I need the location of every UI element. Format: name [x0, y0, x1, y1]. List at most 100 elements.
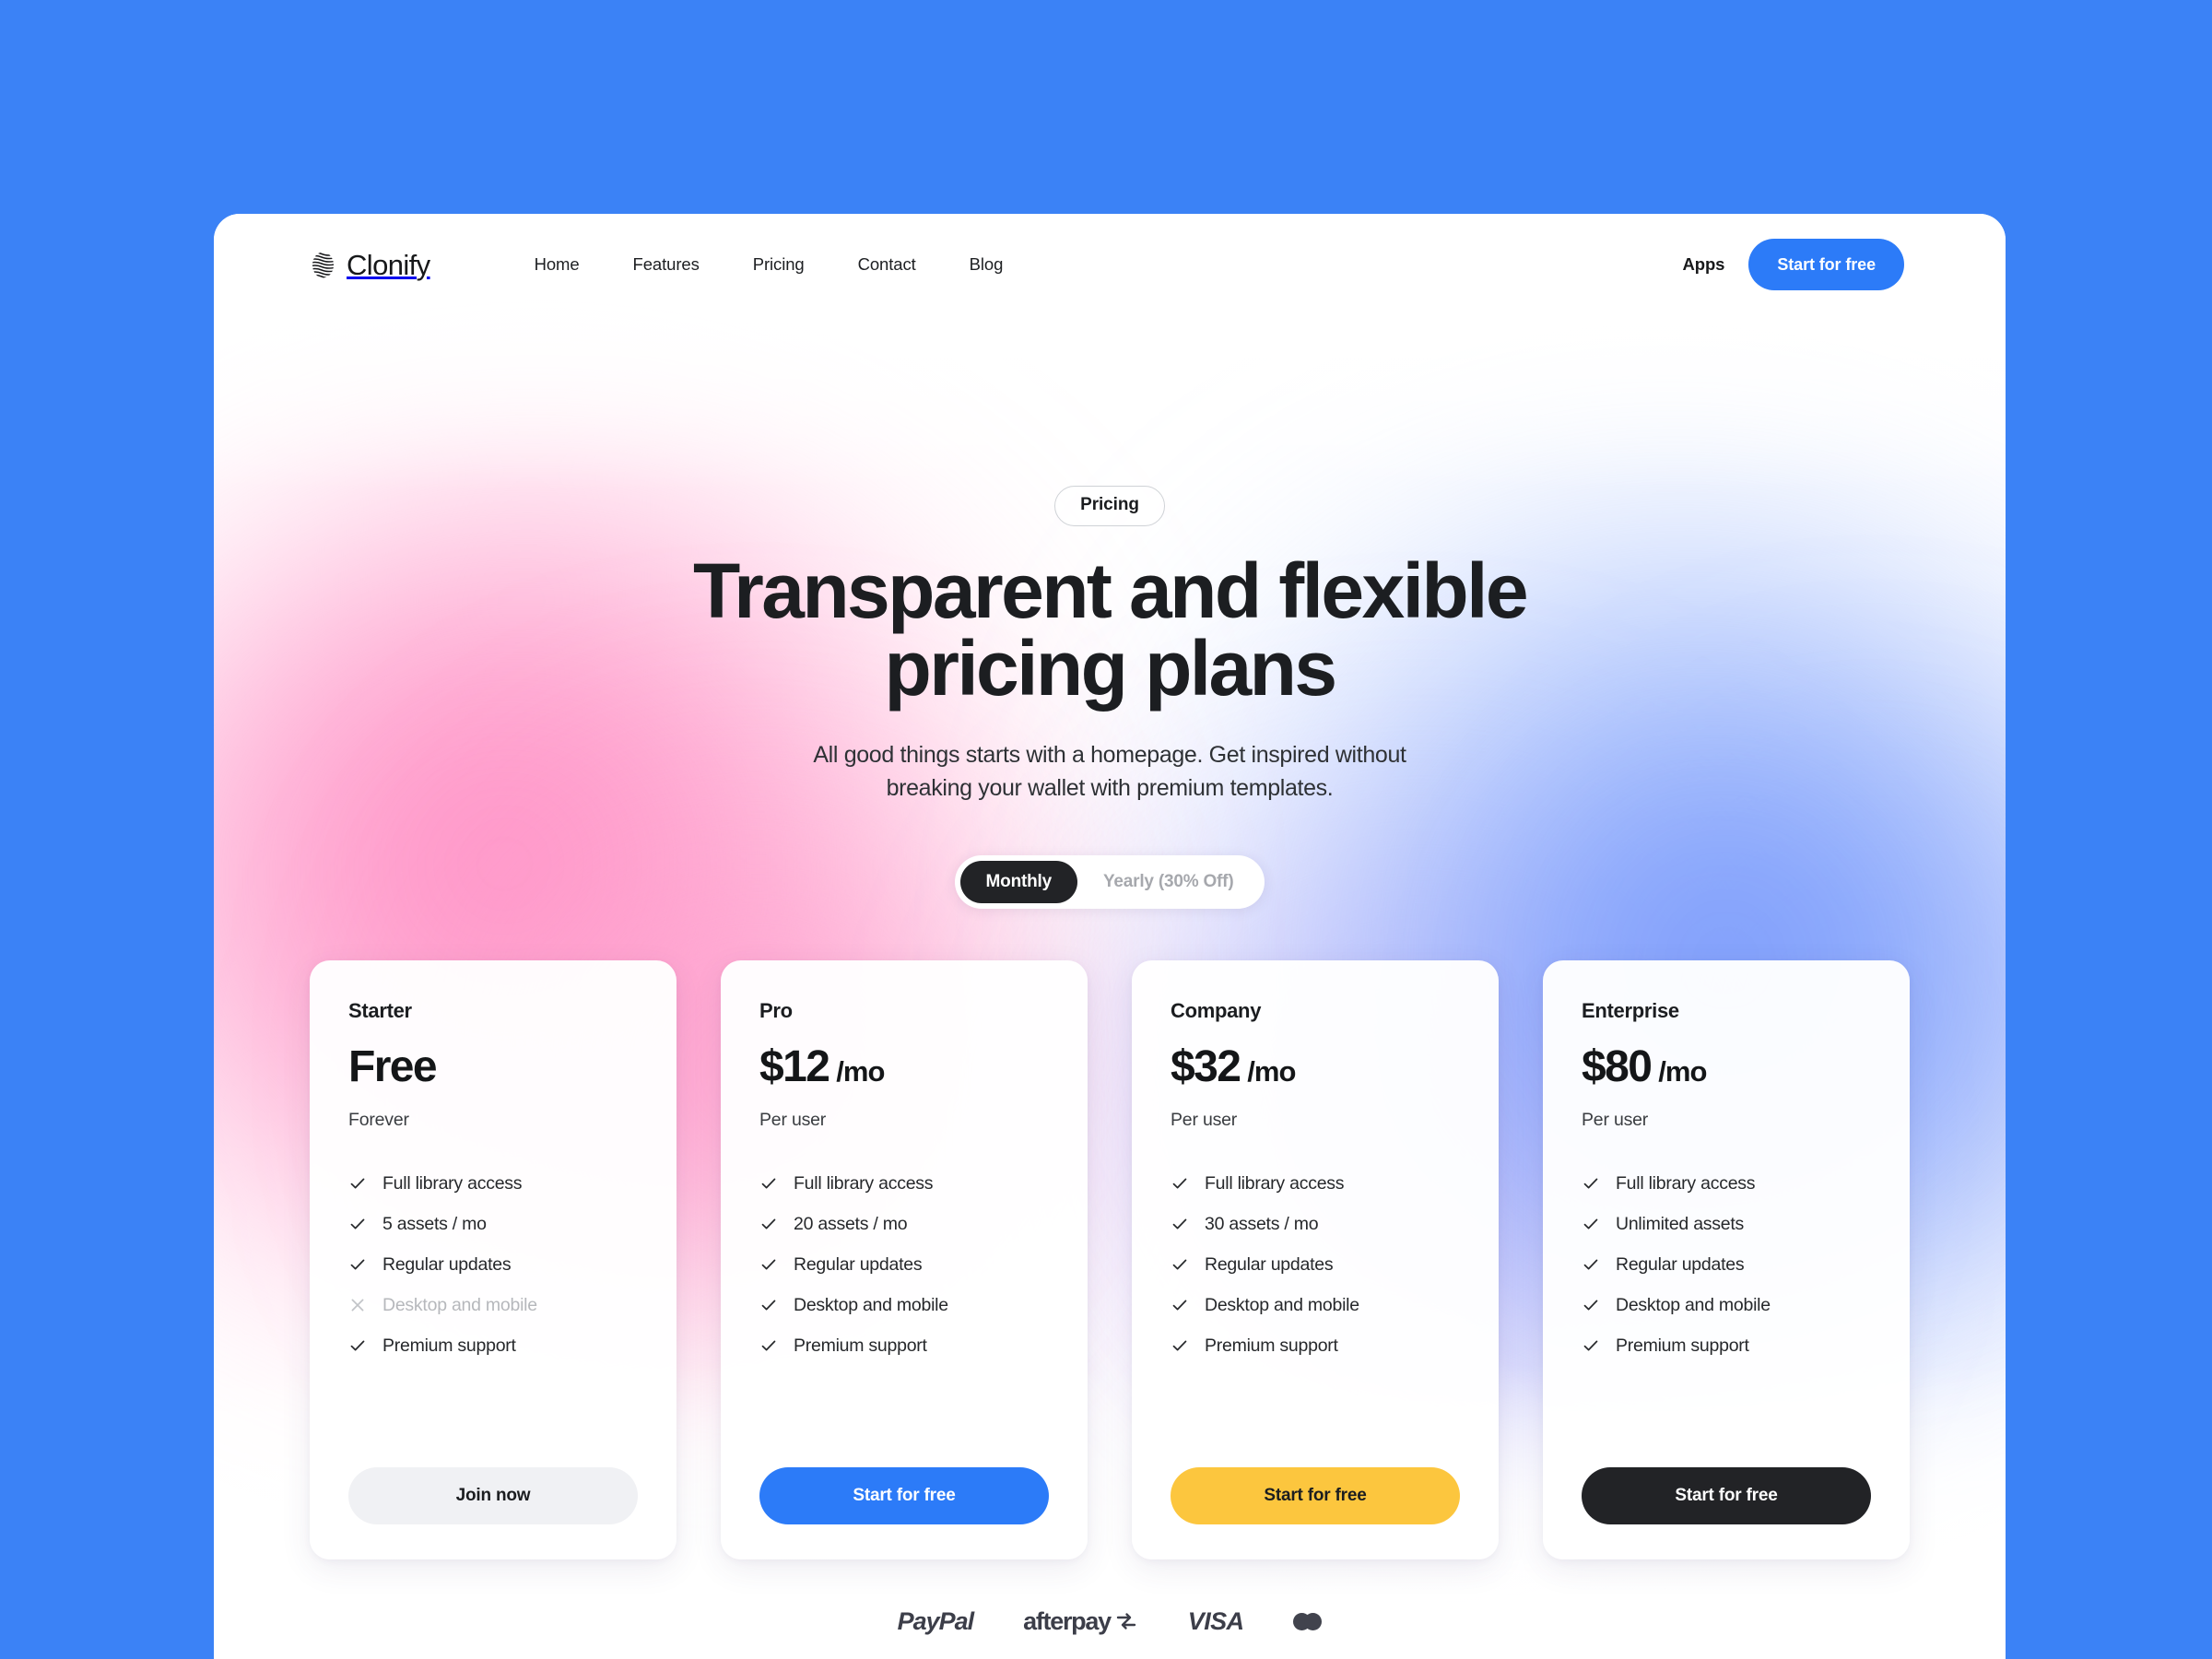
plan-price-unit: /mo [836, 1054, 885, 1088]
plan-feature-list: Full library access 20 assets / mo Regular… [759, 1173, 1049, 1357]
plan-feature-label: Desktop and mobile [1205, 1294, 1359, 1315]
plan-feature-label: Full library access [1616, 1172, 1756, 1194]
toggle-option-yearly[interactable]: Yearly (30% Off) [1077, 861, 1259, 903]
clonify-sphere-icon [312, 252, 334, 277]
plan-price: $32/mo [1171, 1044, 1460, 1089]
plan-price-unit: /mo [1247, 1054, 1296, 1088]
afterpay-logo-text: afterpay [1023, 1606, 1112, 1635]
plan-feature: Premium support [348, 1335, 638, 1357]
check-icon [350, 1259, 365, 1270]
mastercard-logo [1293, 1612, 1323, 1630]
plan-feature: Desktop and mobile [1171, 1295, 1460, 1316]
plan-price: $80/mo [1582, 1044, 1871, 1089]
plan-feature: Full library access [348, 1173, 638, 1194]
plan-feature: Full library access [1171, 1173, 1460, 1194]
hero-subtitle-line-1: All good things starts with a homepage. … [813, 742, 1406, 768]
brand-logo[interactable]: Clonify [310, 251, 430, 279]
plan-cta-button[interactable]: Start for free [1582, 1466, 1871, 1524]
plan-feature: Full library access [1582, 1173, 1871, 1194]
check-icon [761, 1340, 776, 1351]
check-icon [761, 1259, 776, 1270]
mastercard-circle-right [1304, 1612, 1323, 1630]
pricing-card: Starter Free Forever Full library access 5 a… [310, 959, 677, 1559]
page-title: Transparent and flexible pricing plans [214, 552, 2006, 707]
visa-logo: VISA [1187, 1606, 1244, 1635]
hero-section: Pricing Transparent and flexible pricing… [214, 214, 2006, 909]
nav-item-home[interactable]: Home [508, 254, 606, 275]
plan-price: Free [348, 1041, 638, 1091]
check-icon [761, 1218, 776, 1230]
check-icon [1172, 1340, 1187, 1351]
nav-item-features[interactable]: Features [606, 254, 726, 275]
plan-note: Forever [348, 1109, 409, 1130]
plan-feature-list: Full library access 5 assets / mo Regular … [348, 1173, 638, 1357]
header-start-for-free-button[interactable]: Start for free [1748, 239, 1904, 290]
billing-period-toggle[interactable]: Monthly Yearly (30% Off) [954, 854, 1265, 909]
plan-feature: Premium support [759, 1335, 1049, 1357]
hero-subtitle-line-2: breaking your wallet with premium templa… [886, 775, 1334, 802]
check-icon [1172, 1300, 1187, 1311]
plan-price: $12/mo [759, 1041, 1049, 1091]
check-icon [1172, 1178, 1187, 1189]
plan-feature-label: Desktop and mobile [794, 1294, 948, 1315]
site-header: Clonify Home Features Pricing Contact Bl… [214, 214, 2006, 315]
pricing-card: Company $32/mo Per user Full library access… [1132, 959, 1499, 1559]
plan-feature: Desktop and mobile [348, 1295, 638, 1316]
plan-feature: Regular updates [348, 1254, 638, 1276]
plan-feature-label: Regular updates [794, 1253, 923, 1275]
plan-feature-list: Full library access 30 assets / mo Regular… [1171, 1173, 1460, 1357]
brand-name: Clonify [347, 248, 430, 281]
plan-feature-label: 30 assets / mo [1205, 1213, 1319, 1234]
check-icon [1583, 1300, 1598, 1311]
check-icon [1583, 1218, 1598, 1230]
plan-feature-label: Premium support [382, 1335, 516, 1356]
plan-feature-list: Full library access Unlimited assets Regul… [1582, 1173, 1871, 1357]
apps-link[interactable]: Apps [1683, 254, 1725, 275]
check-icon [1583, 1340, 1598, 1351]
plan-feature-label: Premium support [1205, 1335, 1338, 1356]
check-icon [1583, 1178, 1598, 1189]
pricing-cards-grid: Starter Free Forever Full library access 5 a… [214, 959, 2006, 1559]
nav-item-blog[interactable]: Blog [943, 254, 1030, 275]
nav-item-pricing[interactable]: Pricing [726, 254, 831, 275]
plan-feature-label: Full library access [794, 1172, 934, 1194]
plan-name: Pro [759, 998, 793, 1022]
nav-item-contact[interactable]: Contact [831, 254, 943, 275]
hero-subtitle: All good things starts with a homepage. … [214, 738, 2006, 806]
check-icon [1172, 1218, 1187, 1230]
check-icon [1172, 1259, 1187, 1270]
plan-feature: Desktop and mobile [759, 1295, 1049, 1316]
plan-feature-label: 20 assets / mo [794, 1213, 908, 1234]
check-icon [350, 1218, 365, 1230]
plan-feature: Premium support [1171, 1335, 1460, 1357]
afterpay-arrows-icon [1116, 1613, 1135, 1630]
plan-feature-label: Desktop and mobile [1616, 1294, 1771, 1315]
plan-feature: Full library access [759, 1173, 1049, 1194]
plan-cta-button[interactable]: Start for free [1171, 1466, 1460, 1524]
plan-feature-label: Premium support [1616, 1335, 1749, 1356]
hero-title-line-1: Transparent and flexible [693, 547, 1528, 634]
billing-toggle-wrapper: Monthly Yearly (30% Off) [214, 854, 2006, 909]
plan-feature-label: Regular updates [1616, 1253, 1745, 1275]
plan-price-amount: Free [348, 1041, 438, 1091]
check-icon [761, 1300, 776, 1311]
plan-name: Enterprise [1582, 998, 1679, 1022]
plan-feature: Premium support [1582, 1335, 1871, 1357]
payments-section: PayPal afterpay VISA Payments secured by… [214, 1607, 2006, 1659]
plan-cta-button[interactable]: Start for free [759, 1466, 1049, 1524]
toggle-option-monthly[interactable]: Monthly [959, 860, 1077, 903]
check-icon [761, 1178, 776, 1189]
plan-price-amount: $12 [759, 1041, 830, 1091]
plan-name: Starter [348, 998, 412, 1022]
plan-note: Per user [1171, 1109, 1238, 1130]
pricing-eyebrow-badge: Pricing [1054, 486, 1165, 526]
plan-cta-button[interactable]: Join now [348, 1466, 638, 1524]
plan-feature-label: Regular updates [382, 1253, 512, 1275]
plan-feature-label: 5 assets / mo [382, 1213, 487, 1234]
plan-name: Company [1171, 998, 1262, 1022]
plan-feature: Regular updates [1582, 1254, 1871, 1276]
check-icon [350, 1340, 365, 1351]
cross-icon [351, 1299, 364, 1312]
plan-cta-wrapper: Start for free [1582, 1419, 1871, 1524]
afterpay-logo: afterpay [1023, 1607, 1138, 1636]
